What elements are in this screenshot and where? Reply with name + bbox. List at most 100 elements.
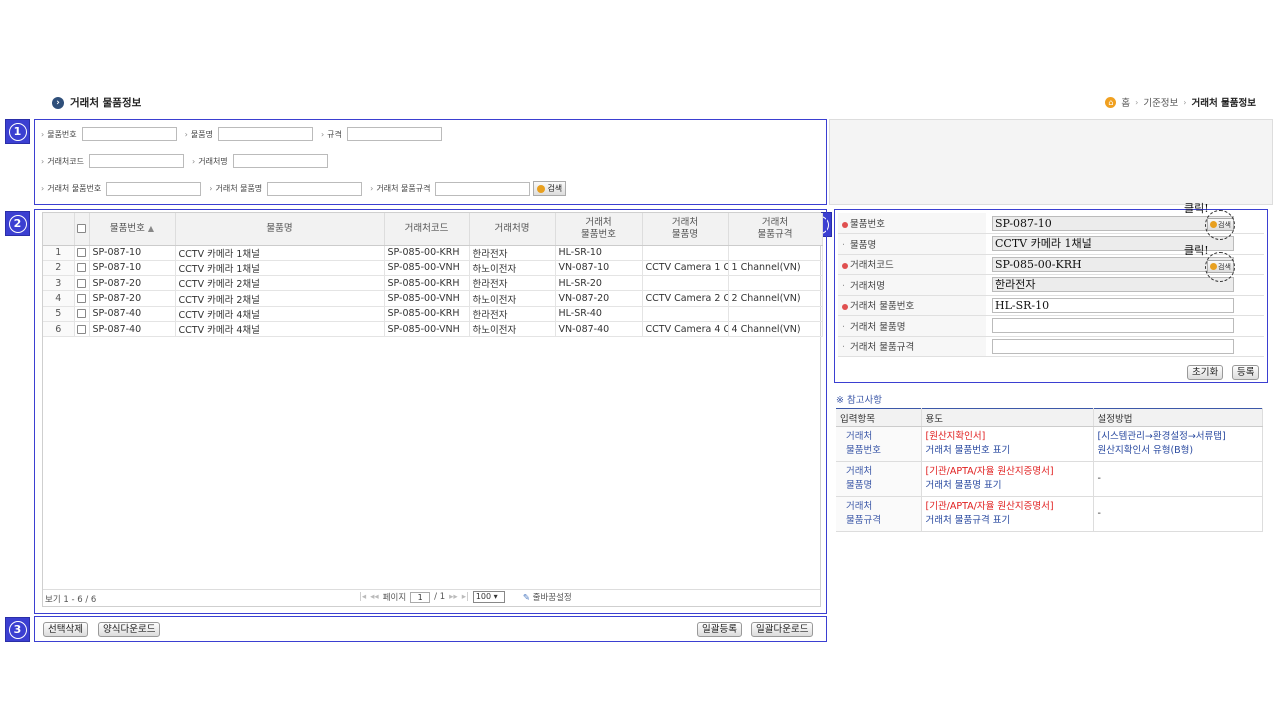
row-number-header [43,213,75,246]
click-annotation: 클릭! [1184,202,1209,215]
notes-header-usage: 용도 [921,408,1094,427]
col-vendor-item-spec[interactable]: 거래처 물품규격 [728,213,823,246]
table-row[interactable]: 6 SP-087-40 CCTV 카메라 4채널 SP-085-00-VNH 하… [43,321,823,338]
grid-pager: 보기 1 - 6 / 6 |◂ ◂◂ 페이지 1 / 1 ▸▸ ▸| 100 ▾… [43,589,820,606]
marker-3: 3 [5,617,30,642]
marker-1: 1 [5,119,30,144]
delete-selected-button[interactable]: 선택삭제 [43,622,88,637]
column-settings-button[interactable]: ✎ 줄바꿈설정 [523,591,572,603]
page-label: 페이지 [382,593,407,603]
table-row[interactable]: 1 SP-087-10 CCTV 카메라 1채널 SP-085-00-KRH 한… [43,245,823,261]
table-row[interactable]: 4 SP-087-20 CCTV 카메라 2채널 SP-085-00-VNH 하… [43,290,823,307]
breadcrumb-separator-icon: › [1183,97,1187,107]
table-row[interactable]: 3 SP-087-20 CCTV 카메라 2채널 SP-085-00-KRH 한… [43,275,823,292]
vendor-item-name-field[interactable] [992,318,1234,334]
vendor-code-input[interactable] [89,154,185,168]
col-vendor-item-name[interactable]: 거래처 물품명 [642,213,729,246]
row-checkbox[interactable] [77,294,86,304]
page-number-input[interactable]: 1 [410,591,431,603]
breadcrumb-basic-info[interactable]: 기준정보 [1143,95,1178,109]
search-panel-filler [829,119,1273,205]
last-page-icon[interactable]: ▸| [462,592,469,602]
item-grid-panel: 물품번호 ▲ 물품명 거래처코드 거래처명 거래처 물품번호 거래처 물품명 거… [34,209,827,614]
row-checkbox[interactable] [77,263,86,273]
required-icon [842,221,848,228]
search-icon [537,184,546,193]
row-checkbox[interactable] [77,309,86,319]
required-icon [842,262,848,269]
field-label: · 물품명 [838,233,986,255]
col-item-name[interactable]: 물품명 [175,213,385,246]
required-icon [842,303,848,310]
row-checkbox[interactable] [77,248,86,258]
total-pages: / 1 [434,592,446,602]
breadcrumb-home[interactable]: 홈 [1121,95,1130,109]
row-checkbox[interactable] [77,278,86,288]
item-no-field[interactable]: SP-087-10 [992,215,1234,231]
vendor-item-spec-input[interactable] [435,181,531,196]
select-all-checkbox[interactable] [77,223,86,233]
field-label: · 거래처 물품명 [838,315,986,337]
click-highlight-circle [1205,252,1235,282]
spec-input[interactable] [346,127,442,141]
notes-header-item: 입력항목 [836,408,922,427]
breadcrumb-current: 거래처 물품정보 [1191,98,1257,109]
edit-form-panel: 물품번호 SP-087-10 · 물품명 CCTV 카메라 1채널 거래처코드 S… [834,209,1268,383]
notes-row: 거래처 물품명 [기관/APTA/자율 원산지증명서] 거래처 물품명 표기 - [836,461,1263,497]
field-label: · 거래처 물품규격 [838,336,986,357]
notes-header-setting: 설정방법 [1093,408,1263,427]
vendor-code-label: 거래처코드 [41,156,84,167]
register-button[interactable]: 등록 [1232,365,1260,380]
sort-icon: ▲ [147,223,155,233]
vendor-item-spec-field[interactable] [992,338,1234,354]
item-no-input[interactable] [81,127,177,141]
download-template-button[interactable]: 양식다운로드 [98,622,161,637]
field-label: 거래처 물품번호 [838,295,986,316]
next-page-icon[interactable]: ▸▸ [449,592,458,602]
col-item-no[interactable]: 물품번호 ▲ [89,213,176,246]
row-checkbox[interactable] [77,324,86,334]
field-label: · 거래처명 [838,274,986,296]
notes-title: ※ 참고사항 [836,395,882,406]
click-highlight-circle [1205,210,1235,240]
bulk-register-button[interactable]: 일괄등록 [697,622,742,637]
col-vendor-name[interactable]: 거래처명 [469,213,556,246]
notes-row: 거래처 물품번호 [원산지확인서] 거래처 물품번호 표기 [시스템관리→환경설정… [836,426,1263,462]
chevron-right-icon: › [52,96,64,109]
bulk-download-button[interactable]: 일괄다운로드 [751,622,814,637]
field-label: 거래처코드 [838,254,986,275]
breadcrumb: ⌂ 홈 › 기준정보 › 거래처 물품정보 [1105,95,1256,109]
table-row[interactable]: 2 SP-087-10 CCTV 카메라 1채널 SP-085-00-VNH 하… [43,260,823,277]
record-count: 보기 1 - 6 / 6 [45,595,97,605]
item-no-label: 물품번호 [41,129,76,140]
col-vendor-code[interactable]: 거래처코드 [384,213,470,246]
search-button[interactable]: 검색 [533,181,567,196]
wrench-icon: ✎ [522,593,530,603]
vendor-name-label: 거래처명 [192,156,227,167]
notes-row: 거래처 물품규격 [기관/APTA/자율 원산지증명서] 거래처 물품규격 표기 … [836,496,1263,532]
vendor-name-input[interactable] [232,154,328,168]
vendor-name-field: 한라전자 [992,277,1234,293]
marker-2: 2 [5,211,30,236]
click-annotation: 클릭! [1184,244,1209,257]
first-page-icon[interactable]: |◂ [359,592,366,602]
item-name-input[interactable] [217,127,313,141]
vendor-code-field[interactable]: SP-085-00-KRH [992,256,1234,272]
spec-label: 규격 [321,129,342,140]
home-icon: ⌂ [1105,96,1117,108]
field-label: 물품번호 [838,213,986,234]
page-size-select[interactable]: 100 ▾ [472,591,505,603]
vendor-item-no-field[interactable]: HL-SR-10 [992,297,1234,313]
breadcrumb-separator-icon: › [1135,97,1139,107]
table-row[interactable]: 5 SP-087-40 CCTV 카메라 4채널 SP-085-00-KRH 한… [43,306,823,322]
item-name-label: 물품명 [185,129,213,140]
reset-button[interactable]: 초기화 [1187,365,1224,380]
vendor-item-name-input[interactable] [267,181,363,196]
item-grid: 물품번호 ▲ 물품명 거래처코드 거래처명 거래처 물품번호 거래처 물품명 거… [42,212,823,607]
notes-table: 입력항목 용도 설정방법 거래처 물품번호 [원산지확인서] 거래처 물품번호 표… [836,408,1263,532]
col-vendor-item-no[interactable]: 거래처 물품번호 [555,213,643,246]
prev-page-icon[interactable]: ◂◂ [370,592,379,602]
page-title-text: 거래처 물품정보 [70,97,142,109]
vendor-item-no-input[interactable] [106,181,202,196]
vendor-item-spec-label: 거래처 물품규격 [370,183,430,194]
